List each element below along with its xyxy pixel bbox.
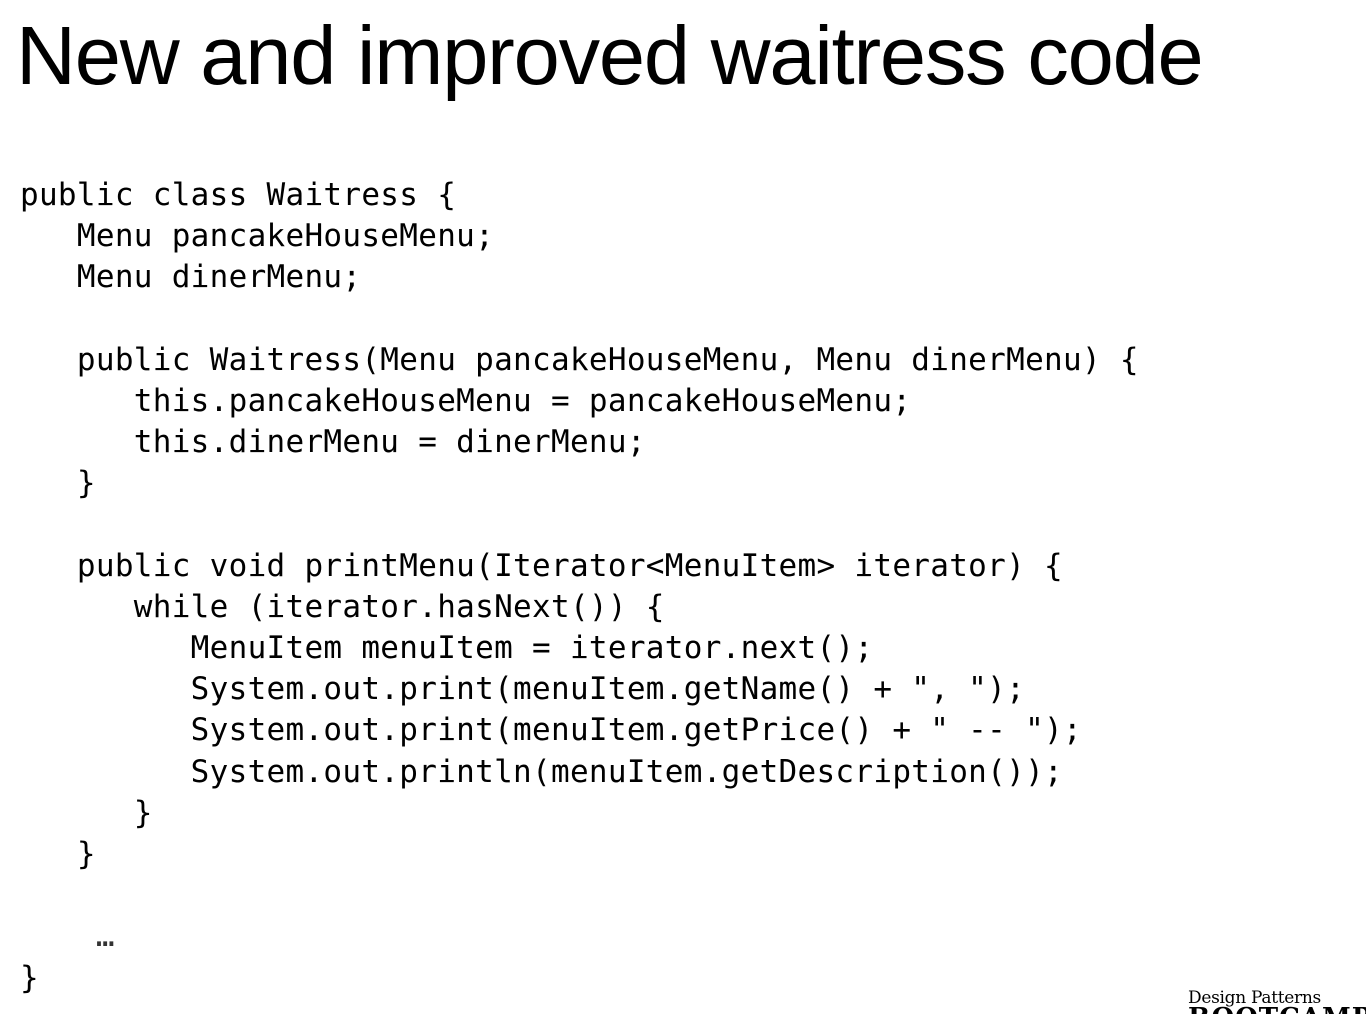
design-patterns-bootcamp-logo: Design Patterns BOOTCAMP	[1188, 988, 1366, 1014]
code-line: this.pancakeHouseMenu = pancakeHouseMenu…	[20, 382, 912, 419]
code-line: System.out.print(menuItem.getPrice() + "…	[20, 712, 1082, 749]
code-line: System.out.print(menuItem.getName() + ",…	[20, 671, 1026, 708]
code-line: public Waitress(Menu pancakeHouseMenu, M…	[20, 341, 1139, 378]
code-line: Menu pancakeHouseMenu;	[20, 218, 495, 255]
code-line: System.out.println(menuItem.getDescripti…	[20, 753, 1063, 790]
code-line: public class Waitress {	[20, 177, 457, 213]
slide-title: New and improved waitress code	[16, 9, 1204, 102]
code-ellipsis: …	[20, 918, 115, 955]
logo-line-bottom: BOOTCAMP	[1188, 1005, 1366, 1014]
code-line: }	[20, 959, 39, 996]
code-line: public void printMenu(Iterator<MenuItem>…	[20, 547, 1063, 584]
code-line: Menu dinerMenu;	[20, 259, 362, 296]
code-line: }	[20, 465, 96, 502]
code-line: MenuItem menuItem = iterator.next();	[20, 630, 874, 667]
code-line: this.dinerMenu = dinerMenu;	[20, 424, 646, 461]
code-line: }	[20, 836, 96, 872]
code-line: }	[20, 794, 153, 831]
code-line: while (iterator.hasNext()) {	[20, 588, 665, 625]
code-block: public class Waitress { Menu pancakeHous…	[20, 175, 1139, 999]
